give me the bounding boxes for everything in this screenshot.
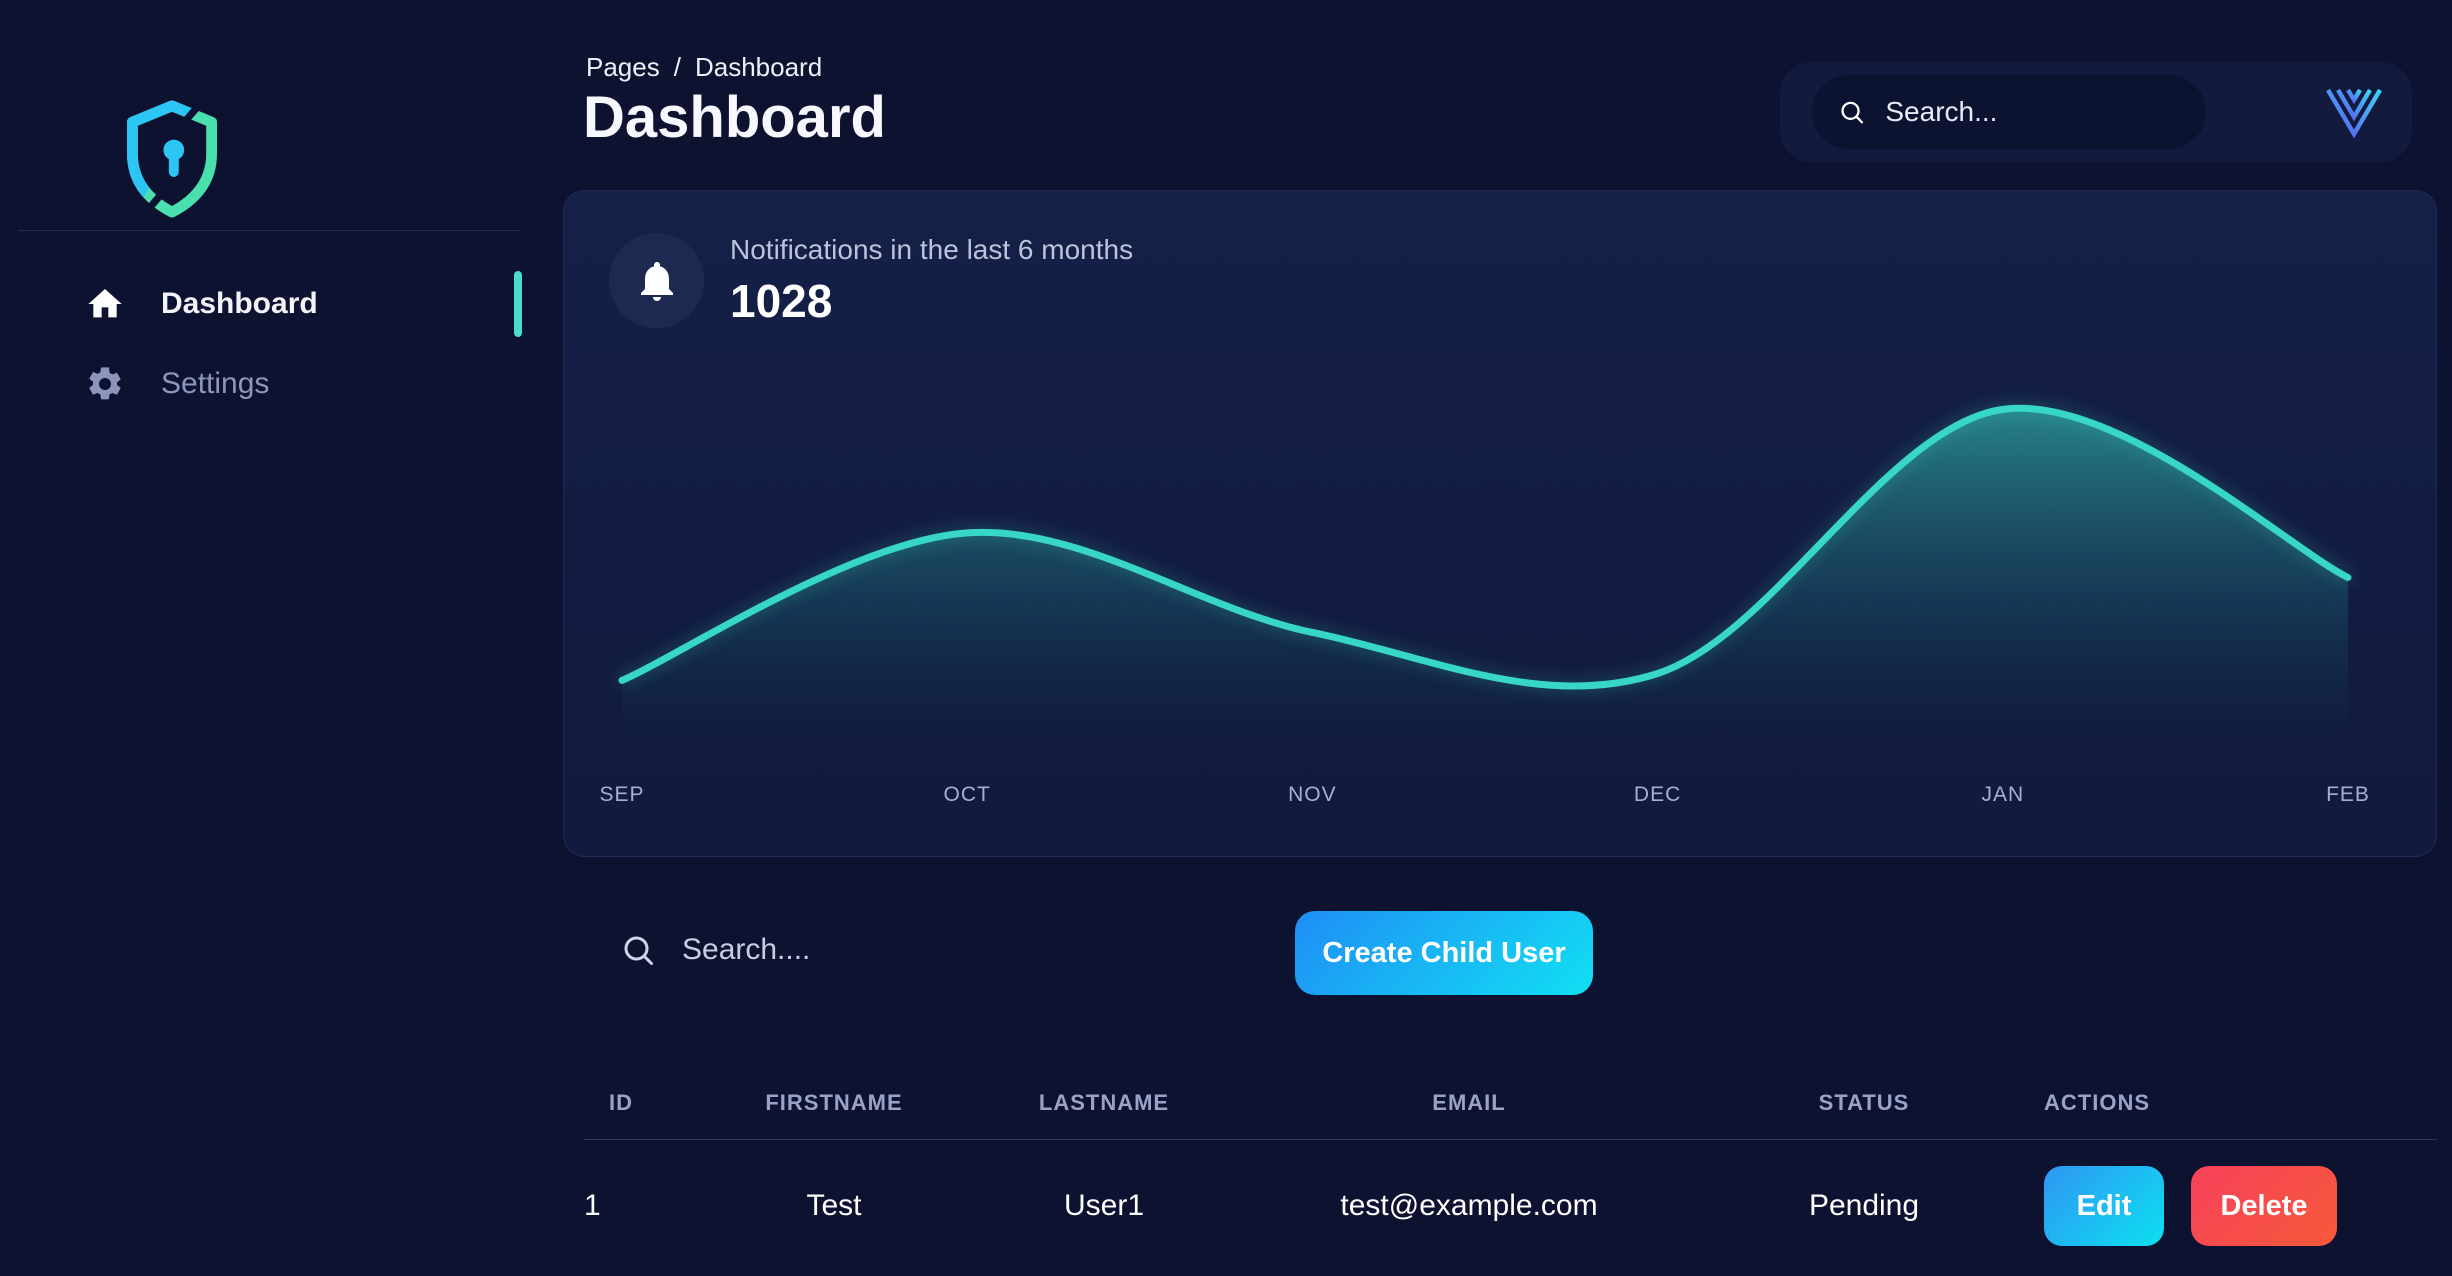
col-header-actions: ACTIONS — [2044, 1090, 2437, 1116]
search-icon — [620, 932, 656, 968]
main-content: Pages / Dashboard Dashboard — [525, 0, 2452, 1276]
table-search-input[interactable] — [680, 932, 1140, 968]
brand-v-icon — [2324, 85, 2384, 139]
cell-actions: Edit Delete — [2044, 1166, 2437, 1246]
search-icon — [1838, 96, 1865, 128]
topbar-widget — [1780, 62, 2412, 162]
sidebar-item-settings[interactable]: Settings — [0, 344, 525, 424]
cell-firstname: Test — [714, 1189, 954, 1223]
table-search[interactable] — [620, 932, 1140, 968]
sidebar: Dashboard Settings — [0, 0, 525, 1276]
col-header-firstname: FIRSTNAME — [714, 1090, 954, 1116]
notifications-value: 1028 — [730, 274, 1133, 328]
table-row: 1 Test User1 test@example.com Pending Ed… — [584, 1140, 2437, 1272]
cell-lastname: User1 — [954, 1189, 1254, 1223]
search-input[interactable] — [1883, 95, 2180, 129]
page-title: Dashboard — [583, 84, 886, 151]
table-header-row: ID FIRSTNAME LASTNAME EMAIL STATUS ACTIO… — [584, 1078, 2437, 1128]
x-tick: FEB — [2326, 783, 2370, 807]
create-child-user-button[interactable]: Create Child User — [1295, 911, 1593, 995]
x-tick: DEC — [1634, 783, 1681, 807]
notifications-card-header: Notifications in the last 6 months 1028 — [609, 233, 1133, 328]
delete-button[interactable]: Delete — [2191, 1166, 2337, 1246]
breadcrumb-separator: / — [674, 52, 681, 83]
cell-email: test@example.com — [1254, 1189, 1684, 1223]
edit-button[interactable]: Edit — [2044, 1166, 2164, 1246]
col-header-id: ID — [584, 1090, 714, 1116]
user-toolbar: Create Child User — [563, 880, 2437, 1010]
cell-status: Pending — [1684, 1189, 2044, 1223]
bell-icon — [633, 257, 681, 305]
sidebar-item-dashboard[interactable]: Dashboard — [0, 264, 525, 344]
users-table: ID FIRSTNAME LASTNAME EMAIL STATUS ACTIO… — [584, 1078, 2437, 1272]
shield-lock-logo — [118, 98, 226, 220]
notifications-area-chart — [622, 396, 2348, 754]
chart-area-fill — [622, 408, 2348, 749]
x-tick: SEP — [599, 783, 644, 807]
gear-icon — [85, 364, 125, 404]
col-header-lastname: LASTNAME — [954, 1090, 1254, 1116]
breadcrumb: Pages / Dashboard — [586, 52, 822, 83]
sidebar-divider — [18, 230, 521, 231]
active-indicator — [514, 271, 522, 337]
breadcrumb-current: Dashboard — [695, 52, 822, 83]
x-tick: OCT — [944, 783, 991, 807]
notifications-card: Notifications in the last 6 months 1028 … — [563, 190, 2437, 857]
chart-x-axis: SEP OCT NOV DEC JAN FEB — [622, 783, 2348, 813]
bell-icon-circle — [609, 233, 704, 328]
sidebar-item-label: Dashboard — [161, 287, 318, 321]
cell-id: 1 — [584, 1189, 714, 1223]
topbar-search[interactable] — [1812, 75, 2206, 149]
x-tick: JAN — [1981, 783, 2024, 807]
home-icon — [85, 284, 125, 324]
sidebar-nav: Dashboard Settings — [0, 264, 525, 424]
breadcrumb-root[interactable]: Pages — [586, 52, 660, 83]
sidebar-item-label: Settings — [161, 367, 269, 401]
col-header-status: STATUS — [1684, 1090, 2044, 1116]
notifications-label: Notifications in the last 6 months — [730, 234, 1133, 266]
col-header-email: EMAIL — [1254, 1090, 1684, 1116]
x-tick: NOV — [1288, 783, 1337, 807]
